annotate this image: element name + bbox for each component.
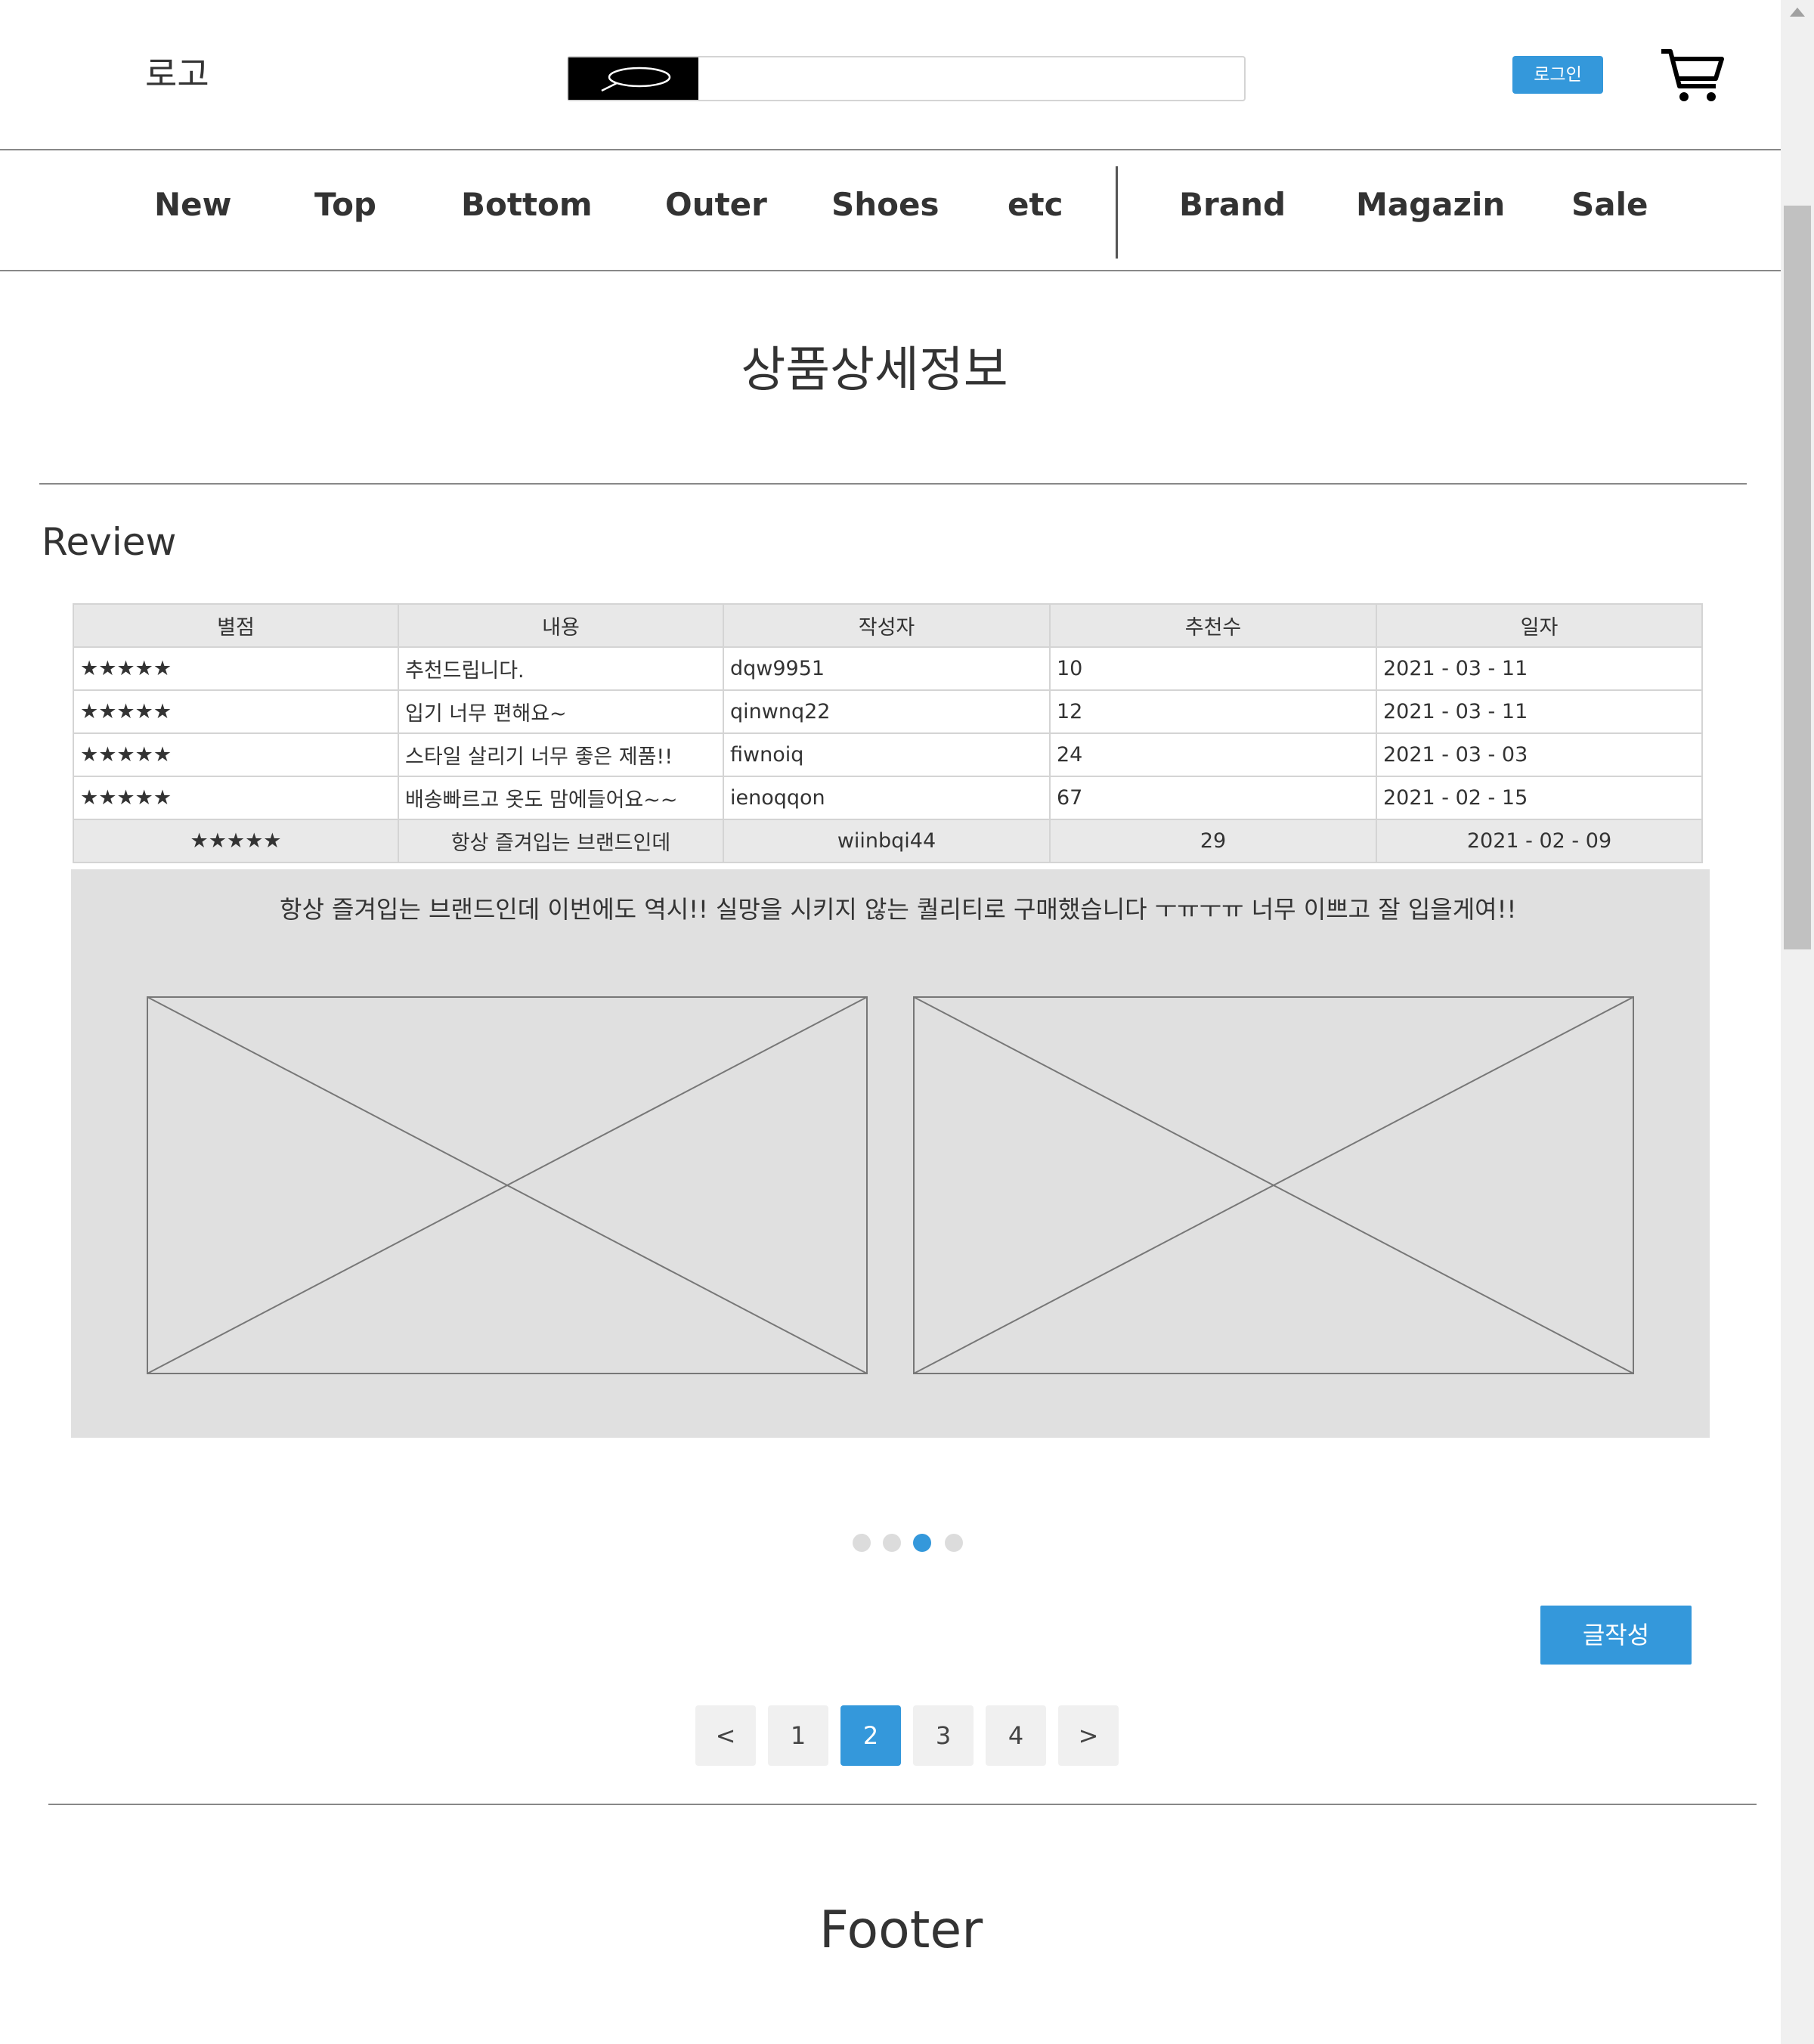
- review-heading: Review: [42, 520, 177, 564]
- pagination-page-4[interactable]: 4: [986, 1705, 1046, 1766]
- review-date: 2021 - 03 - 03: [1376, 732, 1703, 777]
- review-likes: 10: [1049, 646, 1377, 691]
- footer: Footer: [819, 1900, 983, 1960]
- review-author: fiwnoiq: [723, 732, 1051, 777]
- column-header-content: 내용: [398, 603, 724, 648]
- review-author: qinwnq22: [723, 689, 1051, 734]
- pagination-page-3[interactable]: 3: [913, 1705, 974, 1766]
- rating-stars: ★★★★★: [73, 819, 399, 863]
- review-content[interactable]: 입기 너무 편해요~: [398, 689, 724, 734]
- review-detail-panel: 항상 즐겨입는 브랜드인데 이번에도 역시!! 실망을 시키지 않는 퀄리티로 …: [71, 869, 1710, 1438]
- review-date: 2021 - 03 - 11: [1376, 689, 1703, 734]
- search-button[interactable]: [568, 57, 698, 100]
- column-header-author: 작성자: [723, 603, 1051, 648]
- rating-stars: ★★★★★: [73, 646, 399, 691]
- table-row-expanded[interactable]: ★★★★★ 항상 즐겨입는 브랜드인데 wiinbqi44 29 2021 - …: [73, 819, 1703, 863]
- carousel-dot[interactable]: [853, 1534, 871, 1552]
- column-header-date: 일자: [1376, 603, 1703, 648]
- review-likes: 67: [1049, 776, 1377, 820]
- pagination-next[interactable]: >: [1058, 1705, 1119, 1766]
- review-detail-text: 항상 즐겨입는 브랜드인데 이번에도 역시!! 실망을 시키지 않는 퀄리티로 …: [280, 895, 1517, 924]
- logo[interactable]: 로고: [145, 47, 209, 97]
- nav-item-etc[interactable]: etc: [1008, 186, 1063, 223]
- scroll-up-arrow-icon[interactable]: [1790, 8, 1805, 17]
- search-icon: [601, 67, 671, 92]
- rating-stars: ★★★★★: [73, 776, 399, 820]
- review-author: ienoqqon: [723, 776, 1051, 820]
- review-date: 2021 - 02 - 09: [1376, 819, 1703, 863]
- review-date: 2021 - 02 - 15: [1376, 776, 1703, 820]
- column-header-rating: 별점: [73, 603, 399, 648]
- nav-divider: [1116, 166, 1118, 259]
- table-header-row: 별점 내용 작성자 추천수 일자: [73, 603, 1703, 648]
- review-likes: 29: [1049, 819, 1377, 863]
- review-date: 2021 - 03 - 11: [1376, 646, 1703, 691]
- carousel-dot-active[interactable]: [913, 1534, 931, 1552]
- table-row[interactable]: ★★★★★ 배송빠르고 옷도 맘에들어요~~ ienoqqon 67 2021 …: [73, 776, 1703, 820]
- nav-item-brand[interactable]: Brand: [1179, 186, 1286, 223]
- review-image-placeholder[interactable]: [147, 996, 868, 1374]
- scrollbar-thumb[interactable]: [1784, 206, 1811, 949]
- review-content[interactable]: 배송빠르고 옷도 맘에들어요~~: [398, 776, 724, 820]
- review-content[interactable]: 스타일 살리기 너무 좋은 제품!!: [398, 732, 724, 777]
- review-content[interactable]: 항상 즐겨입는 브랜드인데: [398, 819, 724, 863]
- pagination-page-2[interactable]: 2: [840, 1705, 901, 1766]
- search-bar: [567, 56, 1246, 101]
- review-content[interactable]: 추천드립니다.: [398, 646, 724, 691]
- nav-item-new[interactable]: New: [154, 186, 231, 223]
- nav-item-magazin[interactable]: Magazin: [1356, 186, 1505, 223]
- column-header-likes: 추천수: [1049, 603, 1377, 648]
- write-review-button[interactable]: 글작성: [1540, 1606, 1692, 1665]
- table-row[interactable]: ★★★★★ 스타일 살리기 너무 좋은 제품!! fiwnoiq 24 2021…: [73, 732, 1703, 777]
- review-likes: 24: [1049, 732, 1377, 777]
- search-input[interactable]: [700, 57, 1243, 100]
- nav-item-top[interactable]: Top: [314, 186, 376, 223]
- page-title: 상품상세정보: [741, 342, 1008, 398]
- carousel-dot[interactable]: [945, 1534, 963, 1552]
- cart-icon: [1661, 49, 1724, 101]
- vertical-scrollbar[interactable]: [1781, 0, 1814, 2044]
- table-row[interactable]: ★★★★★ 추천드립니다. dqw9951 10 2021 - 03 - 11: [73, 646, 1703, 691]
- carousel-dot[interactable]: [883, 1534, 901, 1552]
- nav-item-bottom[interactable]: Bottom: [461, 186, 593, 223]
- title-divider: [39, 483, 1747, 485]
- header-divider: [0, 149, 1781, 150]
- rating-stars: ★★★★★: [73, 732, 399, 777]
- review-likes: 12: [1049, 689, 1377, 734]
- review-image-placeholder[interactable]: [913, 996, 1634, 1374]
- nav-item-sale[interactable]: Sale: [1571, 186, 1648, 223]
- footer-divider: [48, 1804, 1757, 1805]
- review-author: dqw9951: [723, 646, 1051, 691]
- pagination-page-1[interactable]: 1: [768, 1705, 828, 1766]
- cart-button[interactable]: [1660, 47, 1725, 104]
- review-author: wiinbqi44: [723, 819, 1051, 863]
- nav-item-shoes[interactable]: Shoes: [831, 186, 940, 223]
- pagination-prev[interactable]: <: [695, 1705, 756, 1766]
- table-row[interactable]: ★★★★★ 입기 너무 편해요~ qinwnq22 12 2021 - 03 -…: [73, 689, 1703, 734]
- review-table: 별점 내용 작성자 추천수 일자 ★★★★★ 추천드립니다. dqw9951 1…: [73, 603, 1703, 863]
- nav-divider-line: [0, 270, 1781, 271]
- rating-stars: ★★★★★: [73, 689, 399, 734]
- nav-item-outer[interactable]: Outer: [665, 186, 767, 223]
- login-button[interactable]: 로그인: [1512, 56, 1603, 94]
